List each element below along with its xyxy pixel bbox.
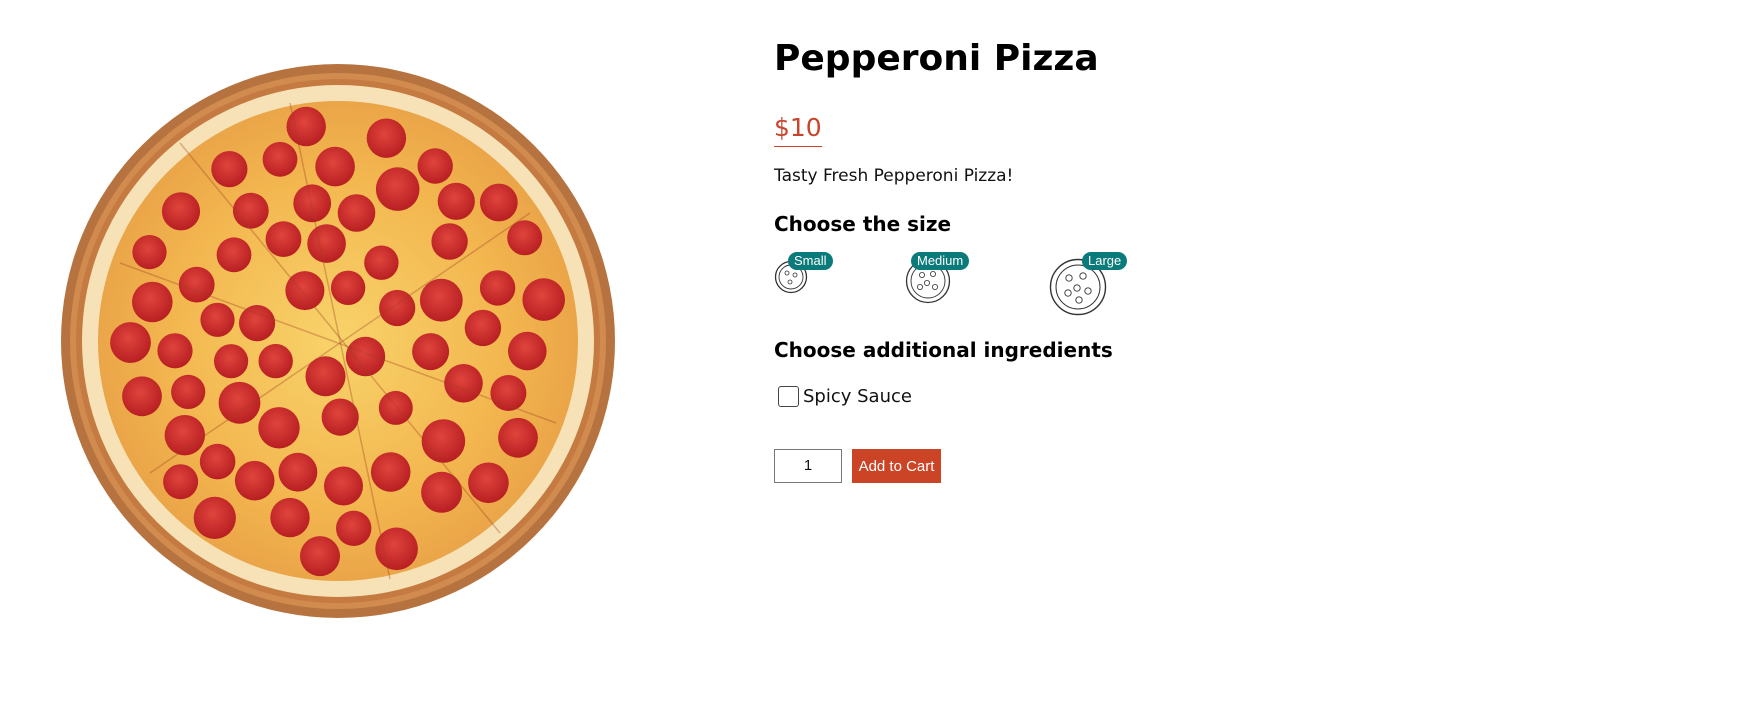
size-option-large[interactable]: Large: [1049, 252, 1131, 316]
pepperoni-slice: [468, 462, 509, 504]
pepperoni-slice: [270, 497, 310, 538]
ingredient-label: Spicy Sauce: [803, 386, 912, 407]
pepperoni-slice: [417, 148, 453, 184]
pepperoni-slice: [278, 452, 318, 492]
pepperoni-slice: [262, 141, 298, 177]
size-option-medium[interactable]: Medium: [905, 252, 975, 304]
product-price: $10: [774, 112, 822, 147]
pepperoni-slice: [307, 224, 346, 263]
pepperoni-slice: [421, 471, 463, 513]
pepperoni-slice: [239, 305, 276, 342]
pepperoni-slice: [300, 536, 340, 577]
spicy-sauce-checkbox[interactable]: [778, 386, 799, 407]
pepperoni-slice: [479, 183, 518, 222]
ingredients-heading: Choose additional ingredients: [774, 338, 1113, 362]
pepperoni-slice: [431, 223, 468, 260]
pepperoni-slice: [171, 374, 206, 409]
pepperoni-slice: [110, 322, 151, 363]
pepperoni-slice: [258, 407, 300, 449]
pepperoni-slice: [200, 302, 235, 337]
pepperoni-slice: [345, 336, 386, 377]
pepperoni-slice: [199, 443, 236, 480]
pepperoni-slice: [132, 235, 167, 270]
size-option-small[interactable]: Small: [774, 252, 834, 294]
pepperoni-slice: [370, 452, 411, 492]
pepperoni-slice: [412, 333, 450, 371]
pepperoni-slice: [132, 281, 173, 323]
pepperoni-slice: [193, 496, 236, 539]
pepperoni-slice: [498, 417, 538, 458]
pepperoni-slice: [522, 278, 565, 321]
pepperoni-slice: [421, 419, 466, 463]
pepperoni-slice: [218, 381, 261, 424]
pepperoni-slice: [464, 309, 502, 347]
size-badge-large: Large: [1082, 252, 1128, 270]
pepperoni-slice: [375, 527, 418, 571]
pepperoni-slice: [419, 278, 463, 322]
pepperoni-slice: [157, 333, 193, 369]
pepperoni-slice: [293, 184, 332, 223]
pepperoni-slice: [315, 146, 355, 187]
pepperoni-slice: [232, 192, 269, 229]
pizza-image: [60, 63, 616, 619]
add-to-cart-button[interactable]: Add to Cart: [852, 449, 941, 483]
pepperoni-slice: [285, 271, 325, 311]
pepperoni-slice: [211, 151, 248, 188]
pepperoni-slice: [163, 464, 199, 500]
pepperoni-slice: [366, 118, 407, 158]
size-badge-small: Small: [788, 252, 833, 270]
size-heading: Choose the size: [774, 212, 952, 236]
pepperoni-slice: [324, 466, 363, 506]
pepperoni-slice: [258, 343, 293, 379]
pepperoni-slice: [375, 167, 420, 211]
pepperoni-slice: [265, 221, 302, 257]
pepperoni-slice: [364, 245, 399, 280]
ingredient-spicy-sauce[interactable]: Spicy Sauce: [778, 386, 912, 407]
product-description: Tasty Fresh Pepperoni Pizza!: [774, 166, 1014, 186]
product-title: Pepperoni Pizza: [774, 38, 1099, 79]
pepperoni-slice: [214, 344, 249, 379]
pepperoni-slice: [122, 376, 162, 417]
pepperoni-slice: [178, 266, 215, 303]
pepperoni-slice: [161, 192, 201, 231]
pepperoni-slice: [437, 182, 475, 220]
quantity-input[interactable]: 1: [774, 449, 842, 483]
pepperoni-slice: [216, 237, 252, 273]
pepperoni-slice: [330, 270, 366, 305]
pepperoni-slice: [337, 194, 376, 232]
pepperoni-slice: [234, 460, 275, 501]
pepperoni-slice: [479, 270, 516, 306]
pepperoni-slice: [508, 331, 547, 371]
pepperoni-slice: [336, 510, 372, 546]
size-badge-medium: Medium: [911, 252, 970, 270]
